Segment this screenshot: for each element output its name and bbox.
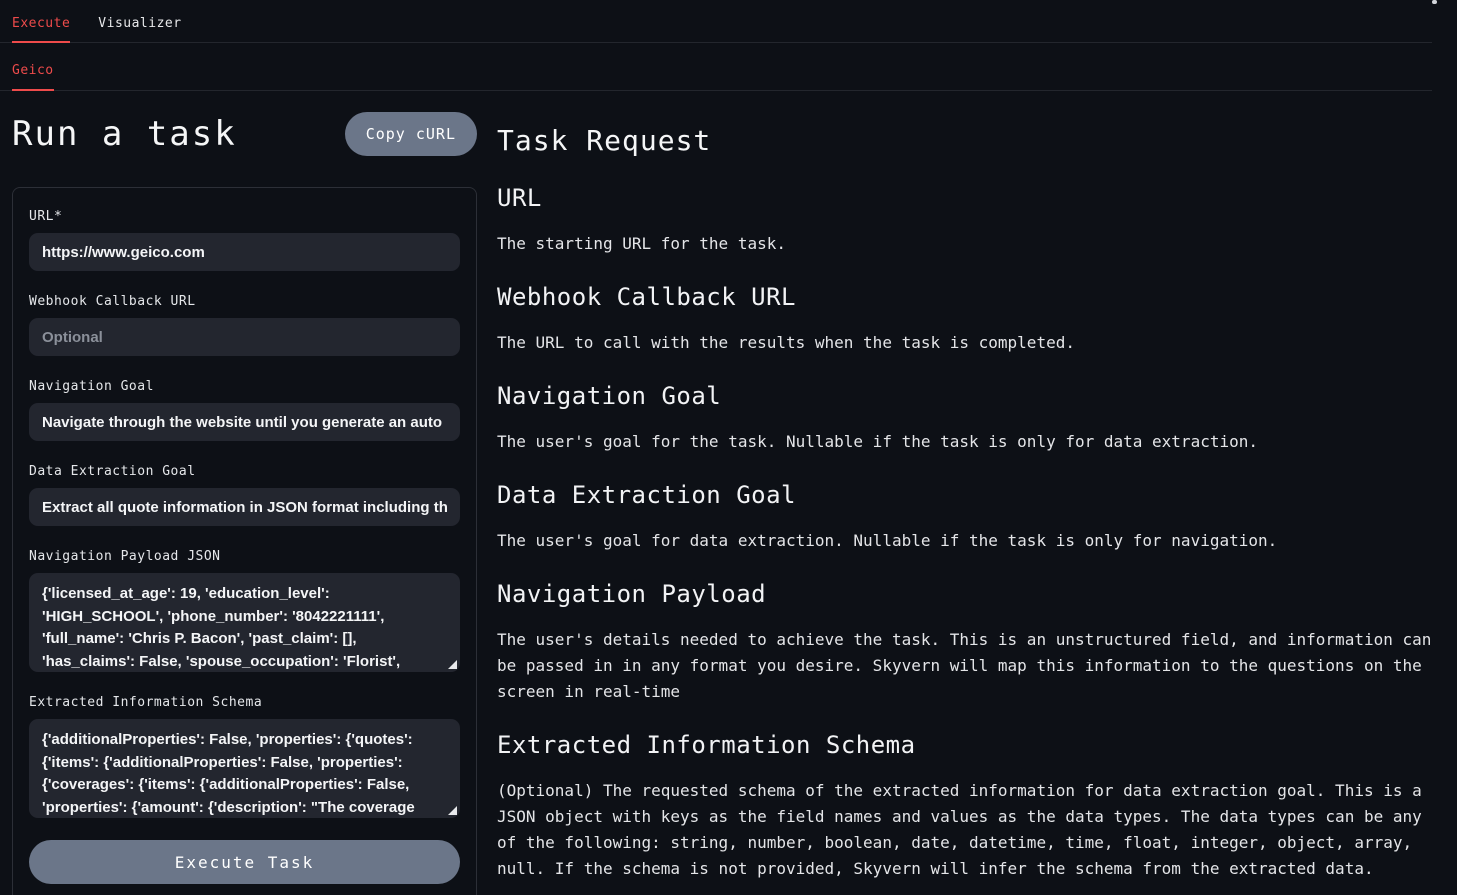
doc-section-navigation-goal: Navigation Goal The user's goal for the …	[497, 382, 1437, 455]
doc-body: (Optional) The requested schema of the e…	[497, 778, 1437, 882]
page-title: Run a task	[12, 114, 237, 154]
doc-heading: Navigation Goal	[497, 382, 1437, 410]
secondary-tabbar: Geico	[0, 43, 1432, 91]
doc-body: The starting URL for the task.	[497, 231, 1437, 257]
doc-body: The URL to call with the results when th…	[497, 330, 1437, 356]
field-url: URL*	[29, 208, 460, 271]
extracted-schema-label: Extracted Information Schema	[29, 694, 460, 711]
doc-body: The user's details needed to achieve the…	[497, 627, 1437, 705]
data-extraction-goal-input[interactable]	[29, 488, 460, 526]
extracted-schema-wrap: {'additionalProperties': False, 'propert…	[29, 719, 460, 818]
webhook-label: Webhook Callback URL	[29, 293, 460, 310]
field-extracted-schema: Extracted Information Schema {'additiona…	[29, 694, 460, 818]
task-request-docs: Task Request URL The starting URL for th…	[492, 124, 1437, 882]
execute-task-button[interactable]: Execute Task	[29, 840, 460, 884]
doc-section-extracted-schema: Extracted Information Schema (Optional) …	[497, 731, 1437, 882]
task-form-card: URL* Webhook Callback URL Navigation Goa…	[12, 187, 477, 895]
doc-heading: Navigation Payload	[497, 580, 1437, 608]
url-label: URL*	[29, 208, 460, 225]
tab-execute[interactable]: Execute	[12, 16, 70, 31]
doc-section-data-extraction-goal: Data Extraction Goal The user's goal for…	[497, 481, 1437, 554]
navigation-goal-input[interactable]	[29, 403, 460, 441]
field-navigation-goal: Navigation Goal	[29, 378, 460, 441]
scrollbar-thumb[interactable]	[1432, 0, 1437, 4]
doc-section-url: URL The starting URL for the task.	[497, 184, 1437, 257]
field-data-extraction-goal: Data Extraction Goal	[29, 463, 460, 526]
tab-geico[interactable]: Geico	[12, 63, 54, 78]
doc-section-navigation-payload: Navigation Payload The user's details ne…	[497, 580, 1437, 705]
doc-heading: Webhook Callback URL	[497, 283, 1437, 311]
extracted-schema-textarea[interactable]: {'additionalProperties': False, 'propert…	[29, 719, 460, 818]
doc-body: The user's goal for data extraction. Nul…	[497, 528, 1437, 554]
navigation-payload-wrap: {'licensed_at_age': 19, 'education_level…	[29, 573, 460, 672]
data-extraction-goal-label: Data Extraction Goal	[29, 463, 460, 480]
field-webhook: Webhook Callback URL	[29, 293, 460, 356]
title-row: Run a task Copy cURL	[12, 112, 477, 156]
doc-heading: Data Extraction Goal	[497, 481, 1437, 509]
doc-heading: Extracted Information Schema	[497, 731, 1437, 759]
resize-handle-icon[interactable]	[448, 806, 457, 815]
tab-visualizer[interactable]: Visualizer	[98, 16, 181, 31]
doc-heading: URL	[497, 184, 1437, 212]
doc-title: Task Request	[497, 124, 1437, 157]
doc-section-webhook: Webhook Callback URL The URL to call wit…	[497, 283, 1437, 356]
resize-handle-icon[interactable]	[448, 660, 457, 669]
copy-curl-button[interactable]: Copy cURL	[345, 112, 477, 156]
primary-tabbar: Execute Visualizer	[0, 0, 1432, 43]
field-navigation-payload: Navigation Payload JSON {'licensed_at_ag…	[29, 548, 460, 672]
task-form-panel: Run a task Copy cURL URL* Webhook Callba…	[12, 112, 477, 895]
webhook-input[interactable]	[29, 318, 460, 356]
navigation-payload-label: Navigation Payload JSON	[29, 548, 460, 565]
navigation-goal-label: Navigation Goal	[29, 378, 460, 395]
app-window: Execute Visualizer Geico Run a task Copy…	[0, 0, 1457, 895]
url-input[interactable]	[29, 233, 460, 271]
navigation-payload-textarea[interactable]: {'licensed_at_age': 19, 'education_level…	[29, 573, 460, 672]
doc-body: The user's goal for the task. Nullable i…	[497, 429, 1437, 455]
main-content: Run a task Copy cURL URL* Webhook Callba…	[0, 91, 1457, 895]
